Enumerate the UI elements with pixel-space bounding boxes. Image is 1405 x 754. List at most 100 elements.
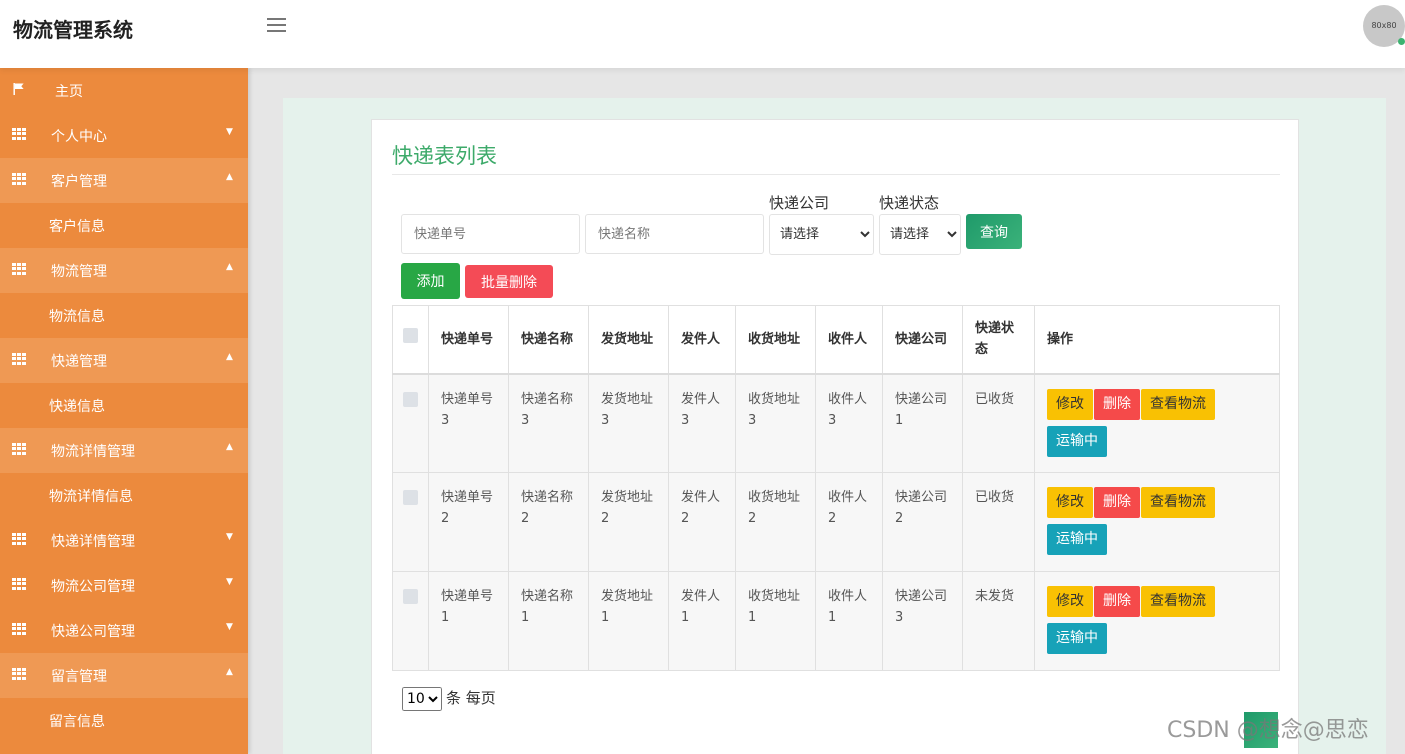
- sidebar-item-personal-center[interactable]: 个人中心 ▼: [0, 113, 248, 158]
- sidebar-item-label: 客户信息: [49, 219, 105, 235]
- cell-company: 快递公司3: [882, 571, 963, 671]
- flag-icon: [13, 83, 24, 95]
- status-filter-label: 快递状态: [879, 194, 940, 212]
- table-row: 快递单号2 快递名称2 发货地址2 发件人2 收货地址2 收件人2 快递公司2 …: [392, 472, 1280, 572]
- select-all-checkbox[interactable]: [403, 328, 418, 344]
- sidebar-item-label: 个人中心: [51, 129, 107, 145]
- column-header[interactable]: 发货地址: [588, 305, 669, 375]
- grid-icon: [12, 578, 26, 590]
- caret-down-icon: ▼: [226, 532, 233, 542]
- sidebar-item-label: 快递详情管理: [51, 534, 135, 550]
- page-title: 快递表列表: [392, 144, 497, 168]
- sidebar-item-label: 物流信息: [49, 309, 105, 325]
- company-filter-label: 快递公司: [769, 194, 830, 212]
- delete-button[interactable]: 删除: [1094, 487, 1140, 518]
- page-size-suffix: 条 每页: [446, 689, 496, 707]
- sidebar-item-logistics-detail-management[interactable]: 物流详情管理 ▲: [0, 428, 248, 473]
- row-checkbox-cell: [392, 571, 429, 671]
- view-logistics-button[interactable]: 查看物流: [1141, 586, 1215, 617]
- column-header[interactable]: 发件人: [668, 305, 736, 375]
- delete-button[interactable]: 删除: [1094, 388, 1140, 420]
- app-title: 物流管理系统: [13, 18, 133, 42]
- sidebar-item-label: 客户管理: [51, 174, 107, 190]
- column-header[interactable]: 收货地址: [735, 305, 816, 375]
- cell-sender-address: 发货地址1: [588, 571, 669, 671]
- in-transit-button[interactable]: 运输中: [1047, 524, 1107, 555]
- query-button[interactable]: 查询: [966, 214, 1022, 249]
- row-actions: 修改 删除 查看物流 运输中: [1034, 472, 1280, 572]
- add-button[interactable]: 添加: [401, 263, 460, 299]
- page-size-select[interactable]: 10: [402, 687, 442, 711]
- status-select[interactable]: 请选择: [879, 214, 961, 255]
- column-header[interactable]: 快递单号: [428, 305, 509, 375]
- row-checkbox-cell: [392, 373, 429, 473]
- sidebar-item-express-company-management[interactable]: 快递公司管理 ▼: [0, 608, 248, 653]
- in-transit-button[interactable]: 运输中: [1047, 425, 1107, 457]
- grid-icon: [12, 353, 26, 365]
- edit-button[interactable]: 修改: [1047, 586, 1093, 617]
- online-status-dot: [1398, 38, 1405, 45]
- sidebar-item-message-management[interactable]: 留言管理 ▲: [0, 653, 248, 698]
- caret-up-icon: ▲: [226, 172, 233, 182]
- view-logistics-button[interactable]: 查看物流: [1141, 388, 1215, 420]
- cell-status: 已收货: [962, 373, 1035, 473]
- sidebar-item-logistics-company-management[interactable]: 物流公司管理 ▼: [0, 563, 248, 608]
- grid-icon: [12, 623, 26, 635]
- company-select[interactable]: 请选择: [769, 214, 874, 255]
- table-row: 快递单号1 快递名称1 发货地址1 发件人1 收货地址1 收件人1 快递公司3 …: [392, 571, 1280, 671]
- express-table: 快递单号 快递名称 发货地址 发件人 收货地址 收件人 快递公司 快递状态 操作…: [392, 305, 1280, 671]
- batch-delete-button[interactable]: 批量删除: [465, 265, 553, 298]
- sidebar-item-customer-management[interactable]: 客户管理 ▲: [0, 158, 248, 203]
- column-header[interactable]: 收件人: [815, 305, 883, 375]
- grid-icon: [12, 533, 26, 545]
- caret-up-icon: ▲: [226, 442, 233, 452]
- sidebar-item-express-detail-management[interactable]: 快递详情管理 ▼: [0, 518, 248, 563]
- sidebar-item-logistics-management[interactable]: 物流管理 ▲: [0, 248, 248, 293]
- row-checkbox[interactable]: [403, 490, 418, 505]
- sidebar-item-label: 快递管理: [51, 354, 107, 370]
- sidebar-item-express-management[interactable]: 快递管理 ▲: [0, 338, 248, 383]
- view-logistics-button[interactable]: 查看物流: [1141, 487, 1215, 518]
- row-checkbox-cell: [392, 472, 429, 572]
- sidebar-subitem-message-info[interactable]: 留言信息: [0, 698, 248, 743]
- sidebar: 主页 个人中心 ▼ 客户管理 ▲ 客户信息 物流管理 ▲ 物流信息 快递管理 ▲…: [0, 68, 248, 754]
- cell-sender: 发件人2: [668, 472, 736, 572]
- sidebar-item-home[interactable]: 主页: [0, 68, 248, 113]
- sidebar-subitem-logistics-info[interactable]: 物流信息: [0, 293, 248, 338]
- pagination: 10 条 每页: [402, 687, 496, 711]
- column-header[interactable]: 快递状态: [962, 305, 1035, 375]
- column-header[interactable]: 快递公司: [882, 305, 963, 375]
- table-row: 快递单号3 快递名称3 发货地址3 发件人3 收货地址3 收件人3 快递公司1 …: [392, 373, 1280, 473]
- delete-button[interactable]: 删除: [1094, 586, 1140, 617]
- caret-down-icon: ▼: [226, 577, 233, 587]
- sidebar-item-label: 物流详情信息: [49, 489, 133, 505]
- edit-button[interactable]: 修改: [1047, 388, 1093, 420]
- cell-receiver: 收件人3: [815, 373, 883, 473]
- tracking-number-input[interactable]: [401, 214, 580, 254]
- row-checkbox[interactable]: [403, 589, 418, 604]
- sidebar-subitem-customer-info[interactable]: 客户信息: [0, 203, 248, 248]
- row-actions: 修改 删除 查看物流 运输中: [1034, 571, 1280, 671]
- sidebar-subitem-express-info[interactable]: 快递信息: [0, 383, 248, 428]
- column-header: 操作: [1034, 305, 1280, 375]
- grid-icon: [12, 443, 26, 455]
- cell-sender-address: 发货地址3: [588, 373, 669, 473]
- menu-toggle-icon[interactable]: [267, 18, 287, 34]
- express-name-input[interactable]: [585, 214, 764, 254]
- sidebar-item-label: 物流管理: [51, 264, 107, 280]
- cell-sender-address: 发货地址2: [588, 472, 669, 572]
- row-checkbox[interactable]: [403, 391, 418, 407]
- cell-sender: 发件人1: [668, 571, 736, 671]
- cell-status: 未发货: [962, 571, 1035, 671]
- cell-tracking-number: 快递单号2: [428, 472, 509, 572]
- edit-button[interactable]: 修改: [1047, 487, 1093, 518]
- title-divider: [392, 174, 1280, 175]
- in-transit-button[interactable]: 运输中: [1047, 623, 1107, 654]
- select-all-cell: [392, 305, 429, 375]
- sidebar-subitem-logistics-detail-info[interactable]: 物流详情信息: [0, 473, 248, 518]
- sidebar-item-label: 物流详情管理: [51, 444, 135, 460]
- cell-status: 已收货: [962, 472, 1035, 572]
- cell-tracking-number: 快递单号3: [428, 373, 509, 473]
- cell-express-name: 快递名称2: [508, 472, 589, 572]
- column-header[interactable]: 快递名称: [508, 305, 589, 375]
